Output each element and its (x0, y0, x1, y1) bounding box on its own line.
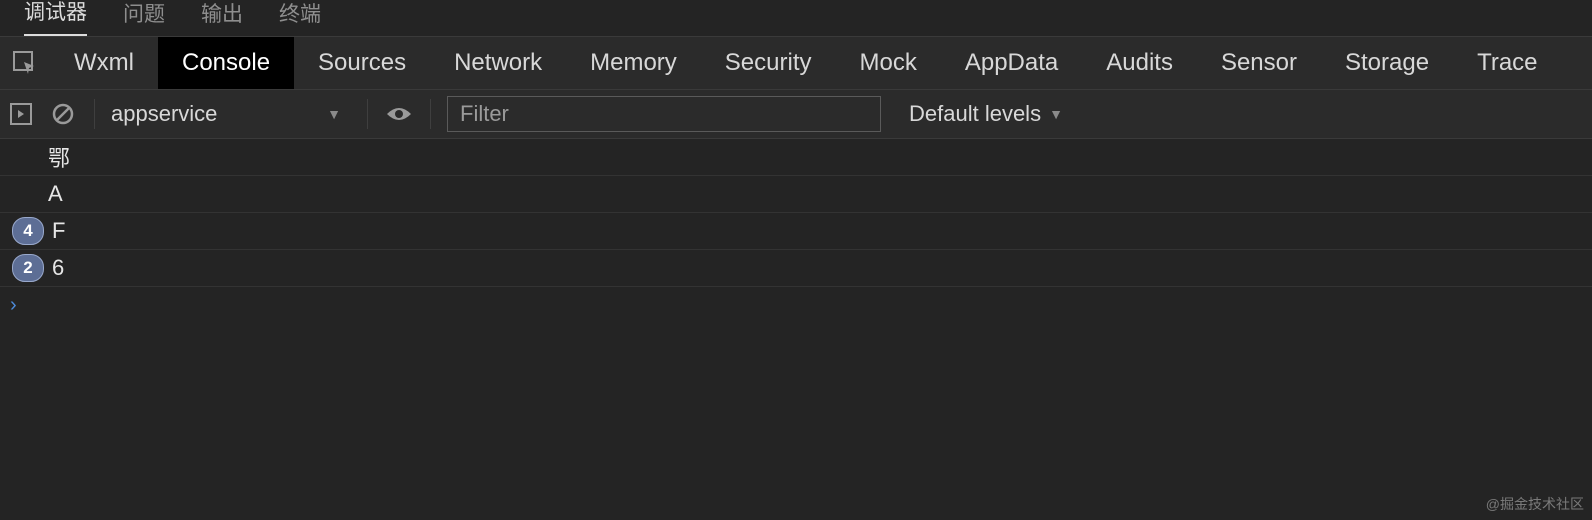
tab-audits[interactable]: Audits (1082, 37, 1197, 89)
chevron-down-icon: ▼ (327, 106, 341, 122)
devtools-tabs: Wxml Console Sources Network Memory Secu… (0, 37, 1592, 90)
context-selector[interactable]: appservice ▼ (111, 101, 351, 127)
tab-console[interactable]: Console (158, 37, 294, 89)
top-tab-debugger[interactable]: 调试器 (24, 0, 87, 36)
context-label: appservice (111, 101, 217, 127)
log-text: 鄂 (48, 141, 70, 173)
tab-sensor[interactable]: Sensor (1197, 37, 1321, 89)
console-toolbar: appservice ▼ Default levels ▼ (0, 90, 1592, 139)
log-row[interactable]: 鄂 (0, 139, 1592, 176)
tab-sources[interactable]: Sources (294, 37, 430, 89)
watermark: @掘金技术社区 (1486, 494, 1584, 514)
log-row[interactable]: 2 6 (0, 250, 1592, 287)
toolbar-divider (94, 99, 95, 129)
clear-console-icon[interactable] (48, 99, 78, 129)
log-row[interactable]: A (0, 176, 1592, 213)
tab-memory[interactable]: Memory (566, 37, 701, 89)
eye-icon[interactable] (384, 99, 414, 129)
tab-appdata[interactable]: AppData (941, 37, 1082, 89)
log-text: A (48, 181, 63, 207)
tab-storage[interactable]: Storage (1321, 37, 1453, 89)
top-tab-terminal[interactable]: 终端 (279, 0, 321, 36)
tab-wxml[interactable]: Wxml (50, 37, 158, 89)
toolbar-divider (367, 99, 368, 129)
prompt-chevron-icon: › (10, 294, 17, 317)
log-row[interactable]: 4 F (0, 213, 1592, 250)
tab-trace[interactable]: Trace (1453, 37, 1561, 89)
filter-input[interactable] (447, 96, 881, 132)
chevron-down-icon: ▼ (1049, 106, 1063, 122)
top-tab-output[interactable]: 输出 (201, 0, 243, 36)
repeat-count-badge: 4 (12, 217, 44, 245)
tab-security[interactable]: Security (701, 37, 836, 89)
log-levels-selector[interactable]: Default levels ▼ (893, 101, 1063, 127)
log-text: F (52, 218, 65, 244)
tab-network[interactable]: Network (430, 37, 566, 89)
toolbar-divider (430, 99, 431, 129)
inspect-element-icon[interactable] (0, 50, 50, 76)
repeat-count-badge: 2 (12, 254, 44, 282)
toggle-sidebar-icon[interactable] (6, 99, 36, 129)
log-text: 6 (52, 255, 64, 281)
top-tab-problems[interactable]: 问题 (123, 0, 165, 36)
tab-mock[interactable]: Mock (836, 37, 941, 89)
console-prompt[interactable]: › (0, 287, 1592, 323)
console-log-area: 鄂 A 4 F 2 6 › (0, 139, 1592, 323)
panel-tabs: 调试器 问题 输出 终端 (0, 0, 1592, 37)
levels-label: Default levels (909, 101, 1041, 127)
